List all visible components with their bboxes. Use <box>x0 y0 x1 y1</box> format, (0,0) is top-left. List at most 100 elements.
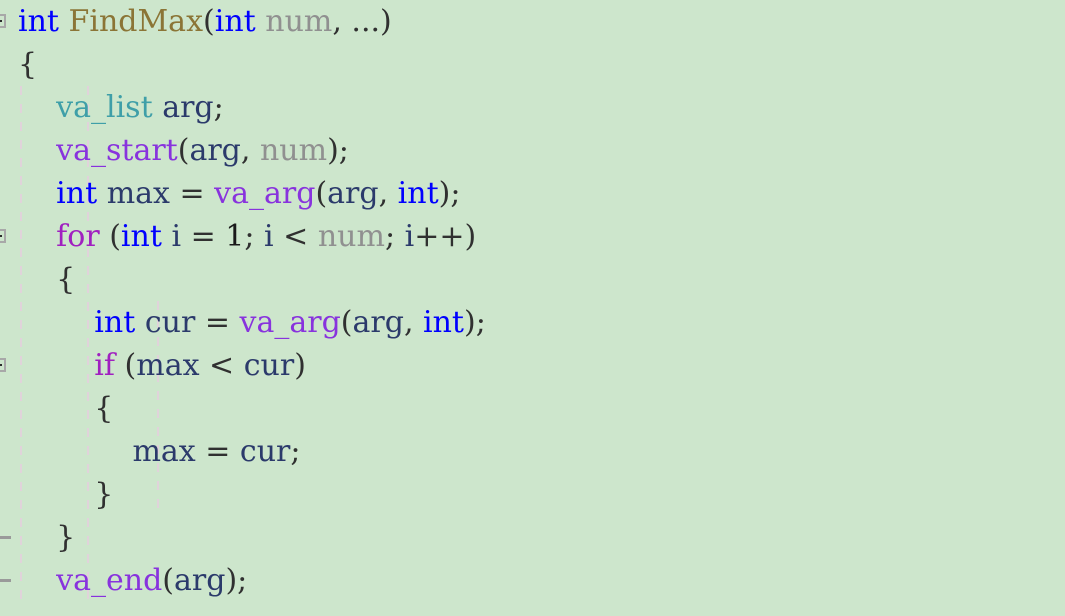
code-line[interactable]: max = cur; <box>0 430 1065 473</box>
code-token-punc: } <box>56 520 76 555</box>
code-token-punc: ( <box>315 176 328 211</box>
code-line[interactable]: { <box>0 387 1065 430</box>
code-token-var: i <box>171 219 182 254</box>
code-token-punc <box>18 219 56 254</box>
code-token-punc <box>18 477 94 512</box>
code-token-var: arg <box>174 563 226 598</box>
code-token-punc: { <box>18 47 38 82</box>
code-token-punc <box>97 176 107 211</box>
code-token-punc: ( <box>340 305 353 340</box>
code-line[interactable]: } <box>0 516 1065 559</box>
code-line[interactable]: } <box>0 473 1065 516</box>
code-token-fn: FindMax <box>68 4 203 39</box>
code-token-macro: va_end <box>56 563 163 598</box>
code-token-punc: = <box>181 219 226 254</box>
code-line[interactable]: { <box>0 258 1065 301</box>
code-line[interactable]: { <box>0 43 1065 86</box>
code-token-var: cur <box>144 305 196 340</box>
code-token-var: cur <box>239 434 291 469</box>
code-token-punc: ( <box>115 348 137 383</box>
code-token-var: i <box>404 219 415 254</box>
code-token-var: max <box>132 434 196 469</box>
code-token-punc <box>18 520 56 555</box>
code-line[interactable]: if (max < cur) <box>0 344 1065 387</box>
code-token-num: 1 <box>225 219 245 254</box>
code-token-punc: ); <box>225 563 248 598</box>
code-token-punc: ) <box>294 348 306 383</box>
code-line[interactable]: int FindMax(int num, ...) <box>0 0 1065 43</box>
code-token-macro: va_arg <box>239 305 341 340</box>
code-token-punc: ( <box>99 219 121 254</box>
code-token-punc: { <box>94 391 114 426</box>
code-token-ctl: if <box>94 348 115 383</box>
code-token-kw: int <box>423 305 464 340</box>
code-token-var: i <box>264 219 274 254</box>
code-token-punc <box>18 90 56 125</box>
code-token-punc: , <box>403 305 424 340</box>
code-token-punc: ) <box>380 4 392 39</box>
code-token-punc: < <box>199 348 244 383</box>
code-token-punc <box>18 434 132 469</box>
code-token-var: cur <box>243 348 295 383</box>
code-token-punc: } <box>94 477 114 512</box>
code-token-param: num <box>265 4 333 39</box>
code-line[interactable]: va_list arg; <box>0 86 1065 129</box>
code-token-punc <box>18 133 56 168</box>
code-token-var: arg <box>327 176 379 211</box>
code-token-punc <box>256 4 266 39</box>
code-line[interactable]: int max = va_arg(arg, int); <box>0 172 1065 215</box>
code-token-punc: ; <box>213 90 224 125</box>
code-token-kw: int <box>120 219 162 254</box>
code-editor[interactable]: int FindMax(int num, ...){ va_list arg; … <box>0 0 1065 616</box>
code-token-punc: = <box>195 434 240 469</box>
code-token-punc <box>18 305 94 340</box>
code-token-var: arg <box>352 305 404 340</box>
code-token-macro: va_start <box>56 133 178 168</box>
code-token-punc: , <box>240 133 260 168</box>
code-token-punc: ( <box>162 563 174 598</box>
code-token-punc: ; <box>290 434 301 469</box>
code-line[interactable]: for (int i = 1; i < num; i++) <box>0 215 1065 258</box>
code-token-punc: = <box>195 305 240 340</box>
code-token-punc <box>18 348 94 383</box>
code-token-punc <box>135 305 145 340</box>
code-token-param: num <box>317 219 385 254</box>
code-token-kw: int <box>94 305 136 340</box>
code-token-punc: ; <box>244 219 265 254</box>
code-line[interactable]: va_start(arg, num); <box>0 129 1065 172</box>
code-token-punc: ++) <box>414 219 477 254</box>
code-token-punc <box>18 176 56 211</box>
code-token-ctl: for <box>56 219 100 254</box>
code-token-punc: ( <box>203 4 215 39</box>
code-token-punc <box>18 391 94 426</box>
code-token-kw: int <box>397 176 439 211</box>
code-token-punc: ); <box>464 305 486 340</box>
code-token-var: arg <box>189 133 241 168</box>
code-token-param: num <box>259 133 328 168</box>
code-token-punc: { <box>56 262 76 297</box>
code-token-punc: ; <box>384 219 405 254</box>
code-token-punc: < <box>273 219 318 254</box>
code-token-macro: va_arg <box>214 176 316 211</box>
code-token-punc: ); <box>327 133 349 168</box>
code-token-var: arg <box>162 90 214 125</box>
code-token-kw: int <box>214 4 256 39</box>
code-token-punc: ); <box>438 176 461 211</box>
code-token-punc: ... <box>351 4 381 39</box>
code-text-area[interactable]: int FindMax(int num, ...){ va_list arg; … <box>0 0 1065 602</box>
code-line[interactable]: int cur = va_arg(arg, int); <box>0 301 1065 344</box>
code-token-type: va_list <box>56 90 153 125</box>
code-token-punc: = <box>169 176 215 211</box>
code-token-punc: ( <box>177 133 190 168</box>
code-token-kw: int <box>18 4 59 39</box>
code-token-punc <box>59 4 69 39</box>
code-token-punc <box>18 563 56 598</box>
code-token-var: max <box>106 176 170 211</box>
code-token-punc: , <box>332 4 352 39</box>
code-token-kw: int <box>56 176 98 211</box>
code-token-var: max <box>136 348 200 383</box>
code-token-punc: , <box>378 176 398 211</box>
code-line[interactable]: va_end(arg); <box>0 559 1065 602</box>
code-token-punc <box>18 262 56 297</box>
code-token-punc <box>153 90 163 125</box>
